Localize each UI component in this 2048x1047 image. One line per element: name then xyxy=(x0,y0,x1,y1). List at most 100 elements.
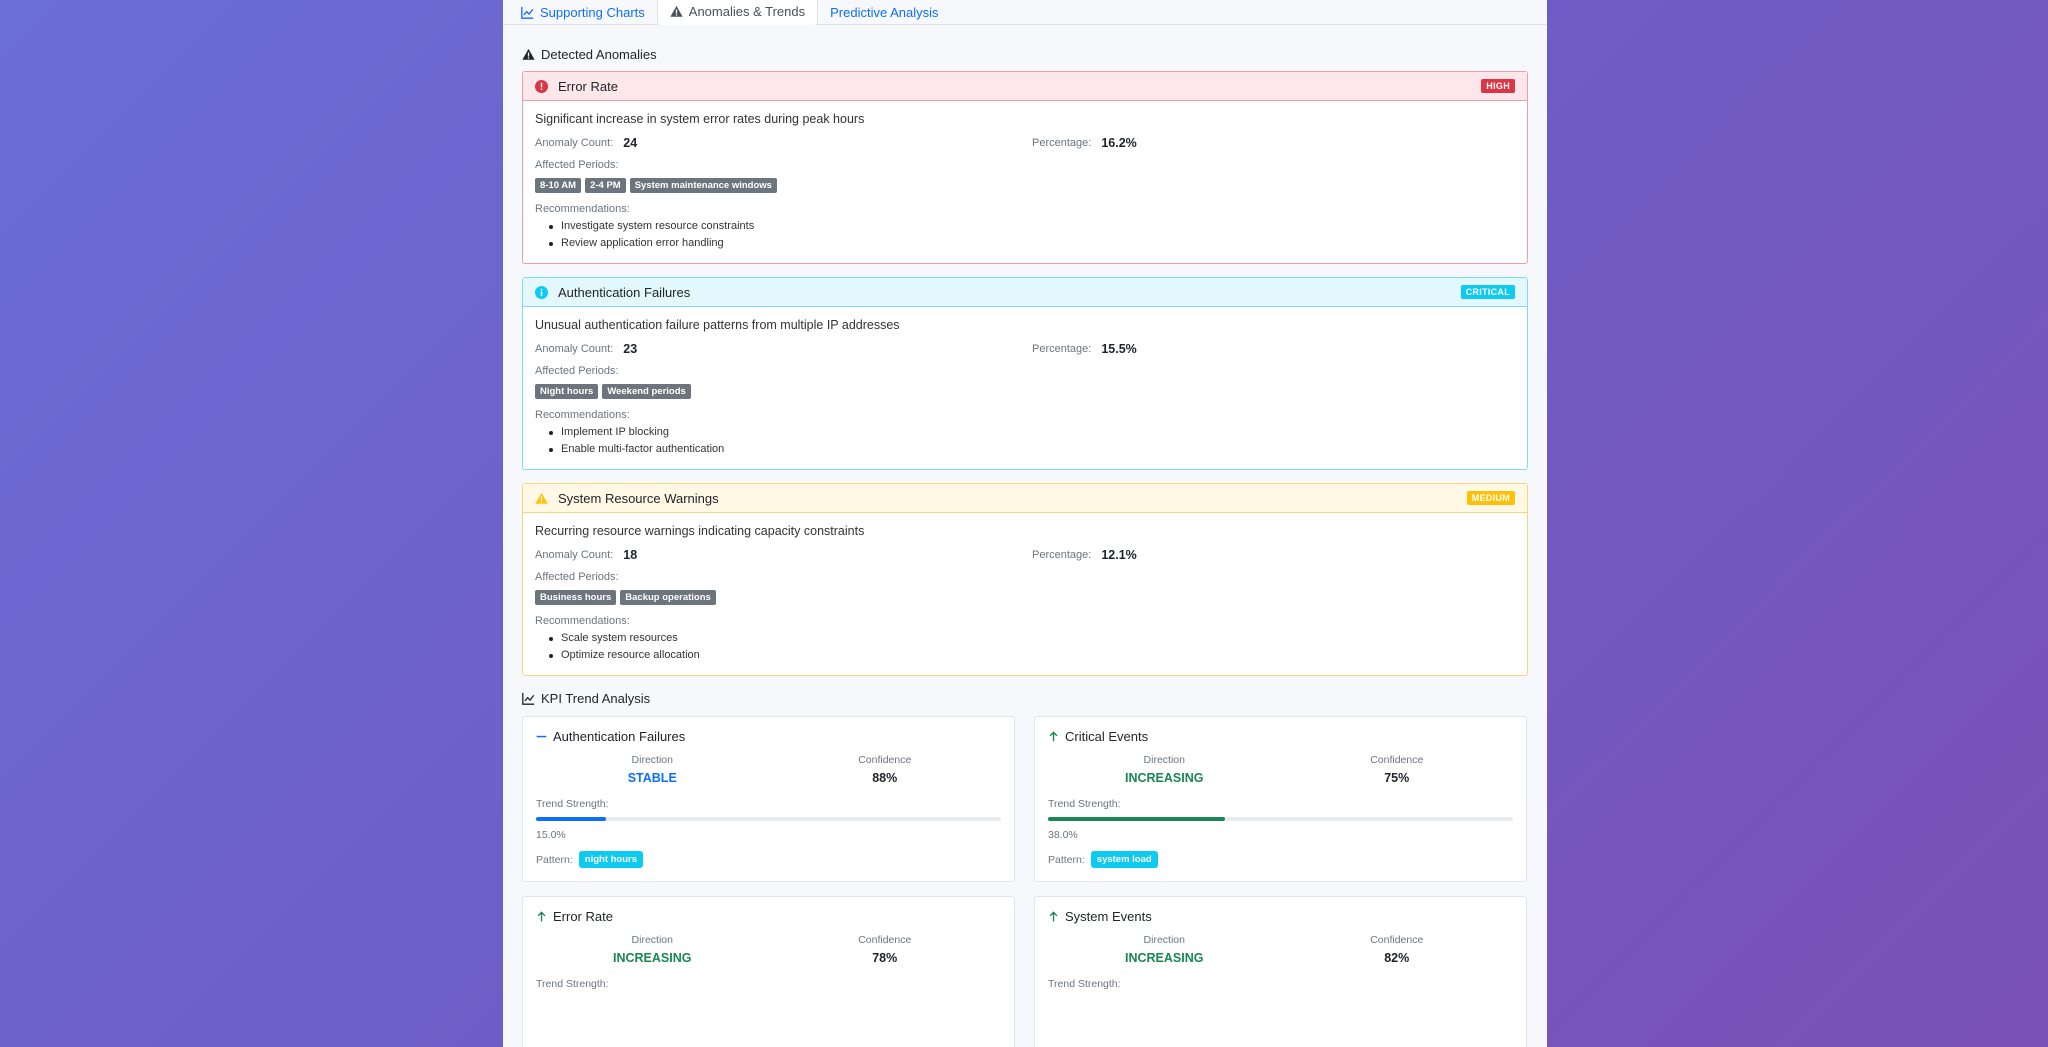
recommendations-label: Recommendations: xyxy=(535,409,630,421)
exclamation-circle-icon xyxy=(535,79,548,93)
direction-column: Direction INCREASING xyxy=(1048,934,1281,965)
kpi-name: System Events xyxy=(1065,909,1152,924)
anomaly-header[interactable]: Authentication Failures CRITICAL xyxy=(523,278,1527,307)
percentage-value: 16.2% xyxy=(1101,136,1137,150)
severity-badge: CRITICAL xyxy=(1460,285,1515,299)
percentage-label: Percentage: xyxy=(1032,343,1092,355)
warning-triangle-icon xyxy=(670,5,683,17)
confidence-label: Confidence xyxy=(1370,754,1424,766)
anomaly-count: Anomaly Count: 18 xyxy=(535,548,1032,562)
affected-periods-label: Affected Periods: xyxy=(535,365,619,377)
anomaly-header[interactable]: Error Rate HIGH xyxy=(523,72,1527,101)
recommendation-item: Scale system resources xyxy=(549,630,1515,647)
tab-label: Predictive Analysis xyxy=(830,4,939,20)
trend-strength-fill xyxy=(1048,817,1225,821)
confidence-value: 88% xyxy=(872,771,898,785)
pattern-row: Pattern: system load xyxy=(1048,851,1513,868)
percentage-value: 15.5% xyxy=(1101,342,1137,356)
kpi-card: Critical Events Direction INCREASING Con… xyxy=(1034,716,1527,882)
anomaly-percentage: Percentage: 16.2% xyxy=(1032,136,1137,150)
confidence-value: 75% xyxy=(1384,771,1410,785)
direction-value: STABLE xyxy=(627,771,677,785)
kpi-header: Authentication Failures xyxy=(536,729,1001,744)
recommendation-item: Optimize resource allocation xyxy=(549,647,1515,664)
section-title-text: KPI Trend Analysis xyxy=(541,690,651,706)
trend-strength-label: Trend Strength: xyxy=(1048,798,1121,810)
anomaly-count: Anomaly Count: 23 xyxy=(535,342,1032,356)
count-value: 23 xyxy=(623,342,638,356)
period-tags: Night hours Weekend periods xyxy=(535,384,1515,399)
dash-icon xyxy=(536,735,547,738)
confidence-column: Confidence 88% xyxy=(769,754,1002,785)
trend-strength-value: 15.0% xyxy=(536,829,566,841)
anomaly-card: Authentication Failures CRITICAL Unusual… xyxy=(522,277,1528,470)
chart-line-icon xyxy=(522,692,535,705)
kpi-card: System Events Direction INCREASING Confi… xyxy=(1034,896,1527,1047)
anomaly-percentage: Percentage: 15.5% xyxy=(1032,342,1137,356)
anomaly-percentage: Percentage: 12.1% xyxy=(1032,548,1137,562)
trend-strength-fill xyxy=(536,817,606,821)
severity-badge: MEDIUM xyxy=(1466,491,1515,505)
trend-strength-bar xyxy=(536,817,1001,821)
kpi-card: Error Rate Direction INCREASING Confiden… xyxy=(522,896,1015,1047)
confidence-column: Confidence 75% xyxy=(1281,754,1514,785)
anomaly-card: Error Rate HIGH Significant increase in … xyxy=(522,71,1528,264)
pattern-badge: night hours xyxy=(578,851,644,868)
direction-column: Direction INCREASING xyxy=(536,934,769,965)
tab-predictive-analysis[interactable]: Predictive Analysis xyxy=(818,0,950,25)
count-label: Anomaly Count: xyxy=(535,549,614,561)
anomaly-name: Authentication Failures xyxy=(558,284,691,300)
detected-anomalies-heading: Detected Anomalies xyxy=(522,45,1528,63)
direction-value: INCREASING xyxy=(1125,771,1204,785)
dashboard-panel: Supporting Charts Anomalies & Trends Pre… xyxy=(503,0,1547,1047)
anomaly-card: System Resource Warnings MEDIUM Recurrin… xyxy=(522,483,1528,676)
trend-strength-label: Trend Strength: xyxy=(536,798,609,810)
direction-label: Direction xyxy=(1143,754,1185,766)
direction-label: Direction xyxy=(631,754,673,766)
recommendation-item: Investigate system resource constraints xyxy=(549,218,1515,235)
period-tag: Weekend periods xyxy=(602,384,691,399)
period-tag: Backup operations xyxy=(620,590,716,605)
count-label: Anomaly Count: xyxy=(535,343,614,355)
recommendation-item: Review application error handling xyxy=(549,235,1515,252)
direction-value: INCREASING xyxy=(613,951,692,965)
percentage-value: 12.1% xyxy=(1101,548,1137,562)
period-tag: Night hours xyxy=(535,384,599,399)
period-tag: Business hours xyxy=(535,590,617,605)
chart-line-icon xyxy=(521,6,534,19)
kpi-trend-heading: KPI Trend Analysis xyxy=(522,689,1528,707)
kpi-name: Authentication Failures xyxy=(553,729,686,744)
anomaly-header[interactable]: System Resource Warnings MEDIUM xyxy=(523,484,1527,513)
anomaly-list: Error Rate HIGH Significant increase in … xyxy=(522,71,1528,676)
recommendations-label: Recommendations: xyxy=(535,203,630,215)
recommendations-label: Recommendations: xyxy=(535,615,630,627)
direction-column: Direction INCREASING xyxy=(1048,754,1281,785)
confidence-label: Confidence xyxy=(1370,934,1424,946)
warning-triangle-icon xyxy=(535,492,548,504)
pattern-badge: system load xyxy=(1090,851,1158,868)
severity-badge: HIGH xyxy=(1481,79,1515,93)
recommendation-item: Enable multi-factor authentication xyxy=(549,441,1515,458)
confidence-label: Confidence xyxy=(858,934,912,946)
anomaly-count: Anomaly Count: 24 xyxy=(535,136,1032,150)
period-tags: 8-10 AM 2-4 PM System maintenance windows xyxy=(535,178,1515,193)
tab-label: Anomalies & Trends xyxy=(688,4,806,19)
pattern-label: Pattern: xyxy=(1048,853,1085,866)
anomaly-description: Unusual authentication failure patterns … xyxy=(535,318,900,332)
count-label: Anomaly Count: xyxy=(535,137,614,149)
period-tag: 8-10 AM xyxy=(535,178,582,193)
warning-triangle-icon xyxy=(522,48,535,60)
anomaly-description: Significant increase in system error rat… xyxy=(535,112,865,126)
trend-strength-label: Trend Strength: xyxy=(1048,978,1121,990)
kpi-header: System Events xyxy=(1048,909,1513,924)
percentage-label: Percentage: xyxy=(1032,137,1092,149)
kpi-header: Critical Events xyxy=(1048,729,1513,744)
kpi-header: Error Rate xyxy=(536,909,1001,924)
tab-supporting-charts[interactable]: Supporting Charts xyxy=(509,0,657,25)
confidence-value: 78% xyxy=(872,951,898,965)
count-value: 18 xyxy=(623,548,638,562)
period-tag: System maintenance windows xyxy=(629,178,777,193)
confidence-column: Confidence 82% xyxy=(1281,934,1514,965)
tab-anomalies-trends[interactable]: Anomalies & Trends xyxy=(656,0,819,25)
affected-periods-label: Affected Periods: xyxy=(535,159,619,171)
